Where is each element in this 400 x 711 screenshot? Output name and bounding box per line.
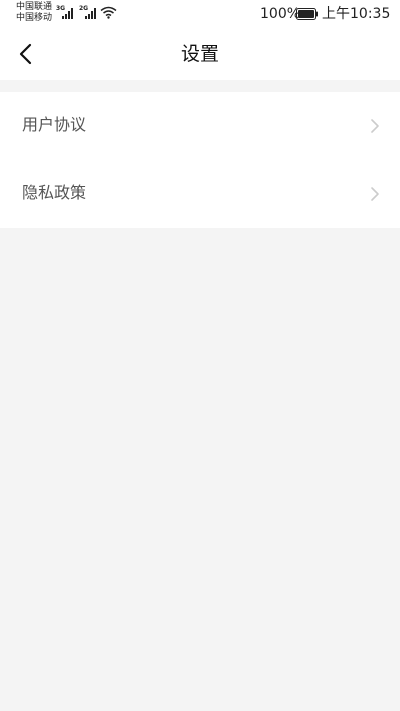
- status-bar: 中国联通 中国移动 3G 2G 100% 上午10:35: [0, 0, 400, 28]
- chevron-right-icon: [371, 119, 379, 133]
- list-item-label: 用户协议: [22, 115, 87, 134]
- carrier-info: 中国联通 中国移动: [16, 2, 52, 24]
- wifi-icon: [100, 6, 117, 19]
- signal-strength-icon-2: [85, 8, 96, 19]
- settings-list: 用户协议 隐私政策: [0, 92, 400, 228]
- carrier-1-label: 中国联通: [16, 2, 53, 12]
- list-item-label: 隐私政策: [22, 183, 87, 202]
- page-title: 设置: [180, 43, 219, 65]
- battery-percentage: 100%: [260, 6, 301, 22]
- signal-strength-icon-1: [62, 8, 73, 19]
- carrier-2-label: 中国移动: [16, 13, 53, 23]
- battery-icon: [296, 8, 318, 20]
- list-item-privacy-policy[interactable]: 隐私政策: [0, 160, 400, 228]
- status-time: 上午10:35: [322, 6, 391, 22]
- chevron-right-icon: [371, 187, 379, 201]
- nav-bar: 设置: [0, 28, 400, 80]
- list-item-user-agreement[interactable]: 用户协议: [0, 92, 400, 160]
